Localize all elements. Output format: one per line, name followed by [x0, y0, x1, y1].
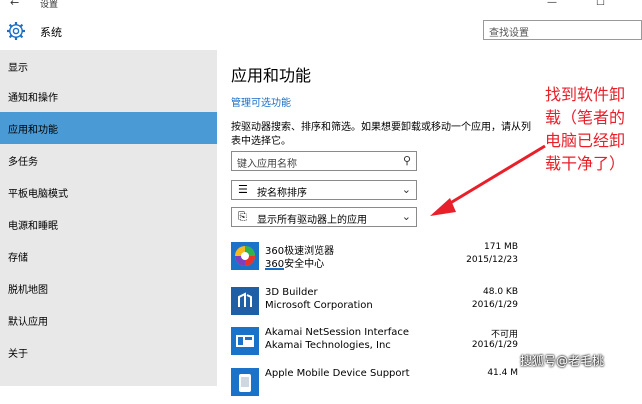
- sidebar-item-label: 默认应用: [8, 317, 48, 328]
- sidebar-item-power-sleep[interactable]: 电源和睡眠: [0, 208, 217, 240]
- app-size: 41.4 M: [487, 368, 518, 378]
- app-date: 2016/1/29: [471, 300, 518, 310]
- app-publisher: Akamai Technologies, Inc: [265, 340, 391, 351]
- annotation-arrow-icon: [430, 144, 546, 216]
- 360-browser-icon: [231, 242, 259, 270]
- chevron-down-icon: ⌄: [401, 183, 411, 196]
- app-name: Apple Mobile Device Support: [265, 368, 410, 379]
- window-title: 设置: [40, 0, 59, 10]
- app-search-placeholder: 键入应用名称: [237, 159, 297, 170]
- app-list-item[interactable]: 360极速浏览器 360安全中心 171 MB 2015/12/23: [231, 242, 531, 278]
- search-placeholder: 查找设置: [489, 28, 529, 39]
- gear-icon: [7, 22, 25, 40]
- settings-search-input[interactable]: 查找设置: [483, 20, 642, 40]
- apple-device-icon: [231, 368, 259, 396]
- sidebar-item-label: 应用和功能: [8, 125, 58, 136]
- sidebar-item-label: 关于: [8, 349, 28, 360]
- sidebar-item-label: 多任务: [8, 157, 38, 168]
- app-search-input[interactable]: 键入应用名称 ⚲: [231, 151, 417, 171]
- sidebar-item-label: 平板电脑模式: [8, 189, 68, 200]
- sidebar-item-about[interactable]: 关于: [0, 336, 217, 368]
- app-list-item[interactable]: Akamai NetSession Interface Akamai Techn…: [231, 327, 531, 363]
- list-icon: ☰: [238, 183, 248, 196]
- akamai-icon: [231, 327, 259, 355]
- sidebar-item-apps-features[interactable]: 应用和功能: [0, 112, 217, 144]
- sidebar-item-offline-maps[interactable]: 脱机地图: [0, 272, 217, 304]
- app-date: 2015/12/23: [466, 255, 518, 265]
- sidebar-item-label: 通知和操作: [8, 93, 58, 104]
- 3d-builder-icon: [231, 287, 259, 315]
- watermark: 搜狐号@老毛桃: [520, 354, 605, 368]
- sidebar-item-multitasking[interactable]: 多任务: [0, 144, 217, 176]
- app-size: 48.0 KB: [483, 287, 518, 297]
- title-bar: ← 设置 — ☐: [0, 0, 642, 10]
- app-publisher: Microsoft Corporation: [265, 300, 373, 311]
- sidebar: 显示 通知和操作 应用和功能 多任务 平板电脑模式 电源和睡眠 存储 脱机地图 …: [0, 50, 217, 386]
- back-arrow-icon[interactable]: ←: [10, 0, 19, 9]
- sort-dropdown[interactable]: ☰ 按名称排序 ⌄: [231, 180, 417, 200]
- section-title: 系统: [40, 26, 62, 39]
- manage-optional-features-link[interactable]: 管理可选功能: [231, 94, 291, 109]
- sidebar-item-default-apps[interactable]: 默认应用: [0, 304, 217, 336]
- header: 系统 查找设置: [0, 10, 642, 50]
- app-size: 不可用: [490, 330, 518, 340]
- app-name: Akamai NetSession Interface: [265, 327, 410, 338]
- sidebar-item-tablet-mode[interactable]: 平板电脑模式: [0, 176, 217, 208]
- app-list-item[interactable]: 3D Builder Microsoft Corporation 48.0 KB…: [231, 287, 531, 323]
- app-list-item[interactable]: Apple Mobile Device Support 41.4 M: [231, 368, 531, 404]
- sidebar-item-storage[interactable]: 存储: [0, 240, 217, 272]
- app-name: 3D Builder: [265, 287, 318, 298]
- sidebar-item-label: 存储: [8, 253, 28, 264]
- drive-filter-dropdown[interactable]: ⎘ 显示所有驱动器上的应用 ⌄: [231, 207, 417, 227]
- app-size-bar: [265, 268, 284, 270]
- sidebar-item-notifications[interactable]: 通知和操作: [0, 80, 217, 112]
- app-size: 171 MB: [484, 242, 518, 252]
- sort-value: 按名称排序: [257, 188, 307, 199]
- search-icon: ⚲: [402, 154, 411, 167]
- sidebar-item-display[interactable]: 显示: [0, 50, 217, 82]
- minimize-button[interactable]: —: [547, 0, 557, 8]
- sidebar-item-label: 脱机地图: [8, 285, 48, 296]
- maximize-button[interactable]: ☐: [596, 0, 605, 8]
- app-date: 2016/1/29: [471, 340, 518, 350]
- chevron-down-icon: ⌄: [401, 210, 411, 223]
- page-title: 应用和功能: [231, 66, 312, 85]
- drive-icon: ⎘: [238, 210, 247, 223]
- sidebar-item-label: 显示: [8, 63, 28, 74]
- sidebar-item-label: 电源和睡眠: [8, 221, 58, 232]
- filter-value: 显示所有驱动器上的应用: [257, 215, 367, 226]
